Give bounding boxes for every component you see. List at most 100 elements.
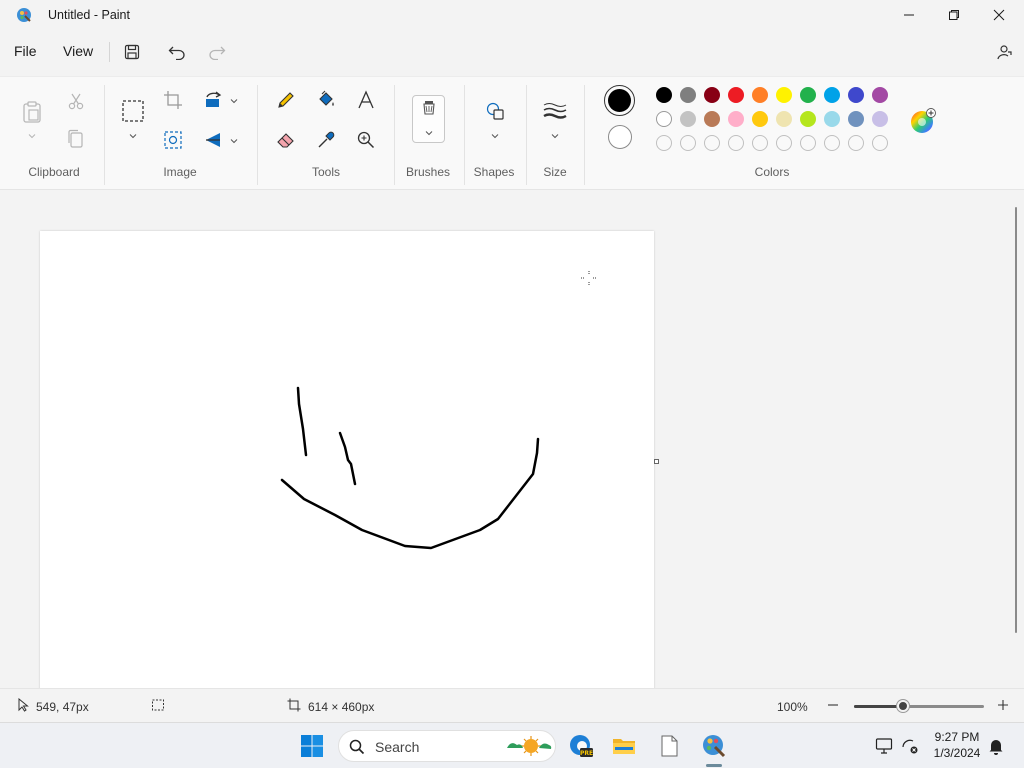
minimize-icon <box>904 14 914 16</box>
zoom-in-icon[interactable] <box>996 698 1010 712</box>
magnifier-button[interactable] <box>354 128 378 152</box>
rotate-dropdown[interactable] <box>229 96 239 106</box>
start-button[interactable] <box>298 732 326 760</box>
image-select-icon <box>164 131 182 149</box>
chevron-down-icon <box>230 139 238 144</box>
custom-color-slot[interactable] <box>656 135 672 151</box>
color-swatch[interactable] <box>872 87 888 103</box>
paste-dropdown[interactable] <box>27 131 37 141</box>
cursor-position-icon <box>18 698 29 712</box>
rotate-button[interactable] <box>201 88 225 112</box>
paint-taskbar-button[interactable] <box>700 732 728 760</box>
zoom-slider[interactable] <box>854 700 984 712</box>
zoom-out-icon[interactable] <box>826 698 840 712</box>
custom-color-slot[interactable] <box>752 135 768 151</box>
notepad-button[interactable] <box>655 732 683 760</box>
custom-color-slot[interactable] <box>728 135 744 151</box>
select-dropdown[interactable] <box>128 131 138 141</box>
weather-widget-icon <box>507 736 552 756</box>
close-button[interactable] <box>976 0 1022 30</box>
save-button[interactable] <box>120 40 144 64</box>
edit-colors-button[interactable] <box>910 108 936 134</box>
window-title: Untitled - Paint <box>48 8 130 22</box>
crosshair-cursor <box>581 271 597 286</box>
vertical-scrollbar[interactable] <box>1015 207 1017 633</box>
secondary-color-swatch[interactable] <box>608 125 632 149</box>
primary-color-swatch[interactable] <box>604 85 635 116</box>
flip-button[interactable] <box>201 128 225 152</box>
minimize-button[interactable] <box>886 0 932 30</box>
copy-button[interactable] <box>64 127 88 151</box>
select-button[interactable] <box>120 98 146 124</box>
color-swatch[interactable] <box>704 87 720 103</box>
flip-icon <box>206 133 220 147</box>
file-explorer-button[interactable] <box>610 732 638 760</box>
share-button[interactable] <box>992 40 1016 64</box>
shapes-button[interactable] <box>483 99 507 123</box>
edge-beta-button[interactable]: PRE <box>567 732 595 760</box>
color-swatch[interactable] <box>680 87 696 103</box>
undo-button[interactable] <box>165 40 189 64</box>
clipboard-group-label: Clipboard <box>28 165 80 179</box>
color-swatch[interactable] <box>752 111 768 127</box>
drawing-canvas[interactable] <box>40 231 654 688</box>
color-swatch[interactable] <box>824 87 840 103</box>
chevron-down-icon <box>28 134 36 139</box>
zoom-level[interactable]: 100% <box>777 700 808 714</box>
color-swatch[interactable] <box>656 87 672 103</box>
display-button[interactable] <box>870 732 898 760</box>
cut-button[interactable] <box>64 89 88 113</box>
rectangle-select-icon <box>122 100 144 122</box>
color-swatch[interactable] <box>752 87 768 103</box>
tools-group-label: Tools <box>311 165 340 179</box>
color-swatch[interactable] <box>800 111 816 127</box>
color-picker-button[interactable] <box>314 128 338 152</box>
color-swatch[interactable] <box>872 111 888 127</box>
color-swatch[interactable] <box>728 87 744 103</box>
eraser-button[interactable] <box>274 128 298 152</box>
maximize-button[interactable] <box>931 0 977 30</box>
redo-button[interactable] <box>205 40 229 64</box>
custom-color-slot[interactable] <box>824 135 840 151</box>
custom-color-slot[interactable] <box>872 135 888 151</box>
magnifier-icon <box>357 131 375 149</box>
crop-icon <box>164 91 182 109</box>
color-swatch[interactable] <box>776 111 792 127</box>
file-menu[interactable]: File <box>14 43 37 59</box>
fill-button[interactable] <box>314 88 338 112</box>
text-button[interactable] <box>354 88 378 112</box>
color-swatch[interactable] <box>656 111 672 127</box>
brushes-button[interactable] <box>412 95 445 143</box>
pencil-icon <box>278 92 294 108</box>
notifications-button[interactable] <box>982 732 1010 760</box>
paint-app-icon <box>17 8 31 22</box>
zoom-slider-thumb[interactable] <box>897 700 910 712</box>
custom-color-slot[interactable] <box>848 135 864 151</box>
color-swatch[interactable] <box>824 111 840 127</box>
color-swatch[interactable] <box>680 111 696 127</box>
custom-color-slot[interactable] <box>680 135 696 151</box>
search-icon <box>349 739 365 755</box>
ribbon-separator <box>526 85 527 185</box>
color-swatch[interactable] <box>728 111 744 127</box>
color-swatch[interactable] <box>848 111 864 127</box>
brush-icon <box>423 101 435 115</box>
pencil-button[interactable] <box>274 88 298 112</box>
color-swatch[interactable] <box>848 87 864 103</box>
flip-dropdown[interactable] <box>229 136 239 146</box>
color-swatch[interactable] <box>776 87 792 103</box>
custom-color-slot[interactable] <box>776 135 792 151</box>
custom-color-slot[interactable] <box>704 135 720 151</box>
color-swatch[interactable] <box>800 87 816 103</box>
size-button[interactable] <box>543 99 567 123</box>
size-dropdown[interactable] <box>550 131 560 141</box>
taskbar-search-box[interactable]: Search <box>338 730 556 762</box>
crop-button[interactable] <box>161 88 185 112</box>
shapes-dropdown[interactable] <box>490 131 500 141</box>
color-swatch[interactable] <box>704 111 720 127</box>
canvas-resize-handle[interactable] <box>654 459 659 464</box>
paste-button[interactable] <box>20 99 44 125</box>
custom-color-slot[interactable] <box>800 135 816 151</box>
image-select-button[interactable] <box>161 128 185 152</box>
view-menu[interactable]: View <box>63 43 93 59</box>
